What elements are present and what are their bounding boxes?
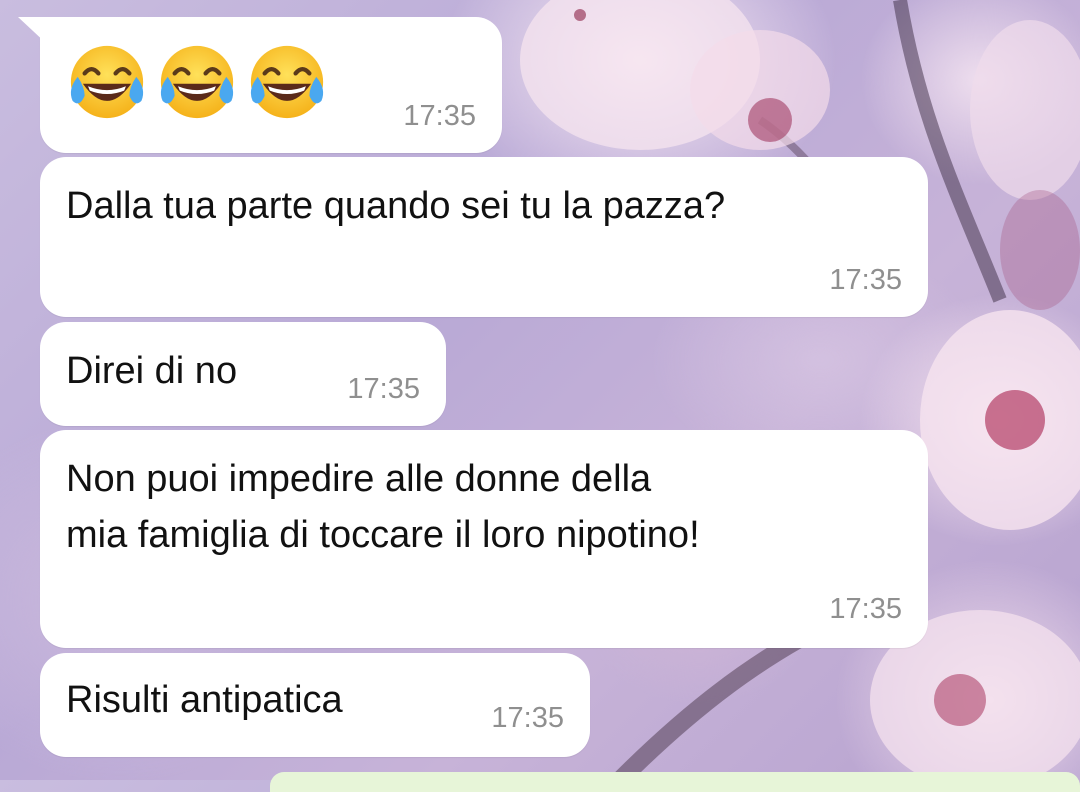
message-timestamp: 17:35 [347,373,420,405]
message-bubble[interactable]: Non puoi impedire alle donne della mia f… [40,430,928,648]
message-bubble[interactable]: Dalla tua parte quando sei tu la pazza? … [40,157,928,317]
message-timestamp: 17:35 [829,264,902,296]
message-text-line-1: Non puoi impedire alle donne della [66,458,652,500]
message-bubble[interactable]: Direi di no 17:35 [40,322,446,426]
bubble-tail [18,17,48,45]
chat-thread[interactable]: 17:35 Dalla tua parte quando sei tu la p… [0,0,1080,792]
message-text: Risulti antipatica [66,679,343,721]
message-timestamp: 17:35 [403,100,476,132]
message-text: Direi di no [66,350,238,392]
message-bubble-emoji[interactable]: 17:35 [18,17,502,153]
message-bubble[interactable]: Risulti antipatica 17:35 [40,653,590,757]
face-with-tears-of-joy-icon [250,45,324,119]
message-text-line-2: mia famiglia di toccare il loro nipotino… [66,514,700,556]
face-with-tears-of-joy-icon [160,45,234,119]
message-timestamp: 17:35 [491,702,564,734]
message-text: Dalla tua parte quando sei tu la pazza? [66,185,726,227]
outgoing-bubble-peek [270,772,1080,792]
message-timestamp: 17:35 [829,593,902,625]
face-with-tears-of-joy-icon [70,45,144,119]
emoji-row [64,39,330,125]
